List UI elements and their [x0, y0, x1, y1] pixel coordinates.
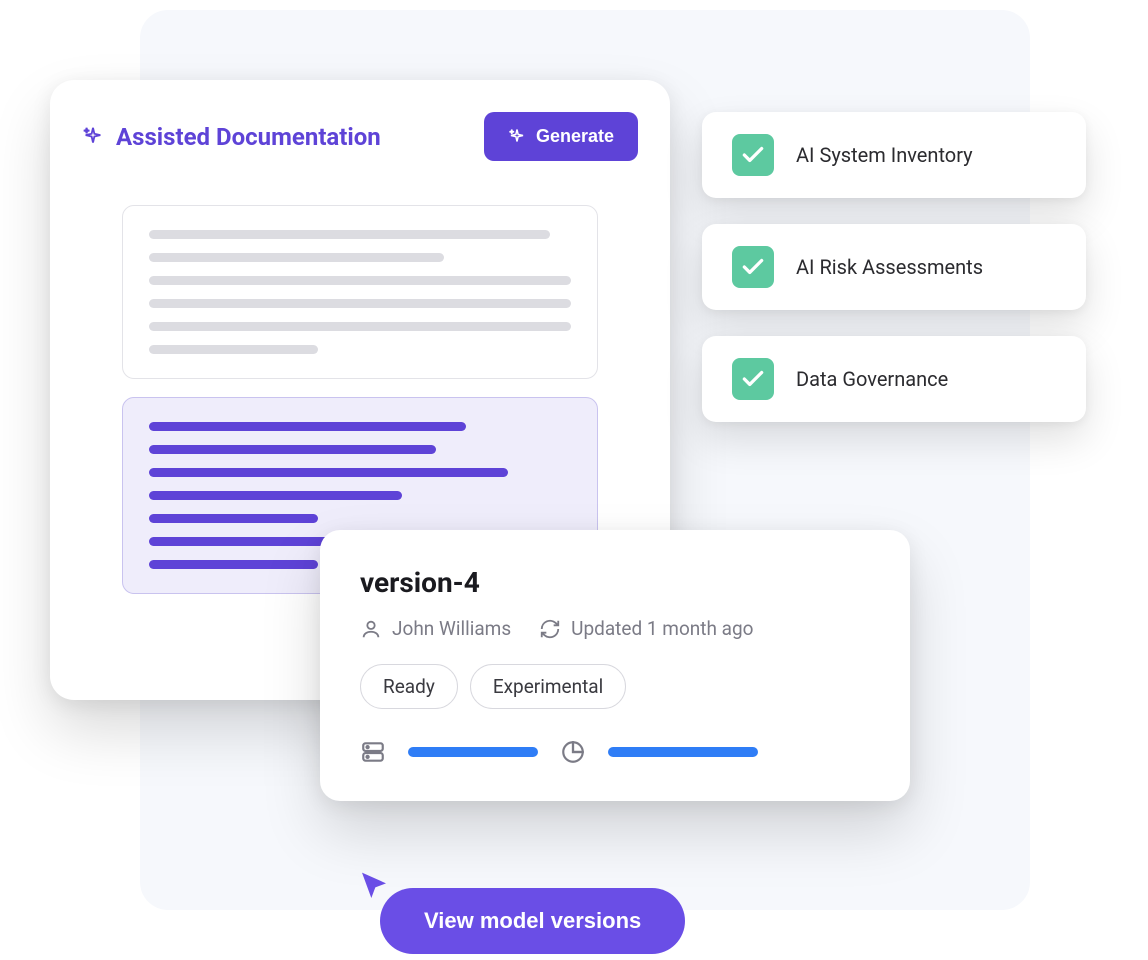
view-button-label: View model versions: [424, 908, 641, 933]
check-icon: [732, 358, 774, 400]
tag: Ready: [360, 664, 458, 709]
view-model-versions-button[interactable]: View model versions: [380, 888, 685, 954]
check-label: AI Risk Assessments: [796, 255, 983, 279]
sparkle-icon: [82, 126, 104, 148]
server-icon: [360, 739, 386, 765]
checklist: AI System Inventory AI Risk Assessments …: [702, 112, 1086, 422]
skeleton-line: [149, 468, 508, 477]
version-updated: Updated 1 month ago: [539, 617, 753, 640]
skeleton-line: [149, 345, 318, 354]
check-label: Data Governance: [796, 367, 948, 391]
version-author-name: John Williams: [392, 617, 511, 640]
documentation-header: Assisted Documentation Generate: [82, 112, 638, 161]
check-item: Data Governance: [702, 336, 1086, 422]
check-label: AI System Inventory: [796, 143, 973, 167]
skeleton-block-gray: [122, 205, 598, 379]
version-author: John Williams: [360, 617, 511, 640]
version-meta: John Williams Updated 1 month ago: [360, 617, 870, 640]
skeleton-line: [149, 230, 550, 239]
generate-button-label: Generate: [536, 126, 614, 147]
tag: Experimental: [470, 664, 626, 709]
skeleton-line: [149, 445, 436, 454]
check-icon: [732, 134, 774, 176]
pie-chart-icon: [560, 739, 586, 765]
skeleton-line: [149, 514, 318, 523]
stat-bar: [608, 747, 758, 757]
documentation-title: Assisted Documentation: [116, 123, 381, 151]
skeleton-line: [149, 253, 444, 262]
stat-bar: [408, 747, 538, 757]
skeleton-line: [149, 276, 571, 285]
check-icon: [732, 246, 774, 288]
skeleton-line: [149, 560, 318, 569]
version-tags: Ready Experimental: [360, 664, 870, 709]
skeleton-line: [149, 491, 402, 500]
check-item: AI System Inventory: [702, 112, 1086, 198]
skeleton-line: [149, 299, 571, 308]
skeleton-line: [149, 322, 571, 331]
cursor-icon: [358, 870, 390, 902]
version-name: version-4: [360, 566, 870, 599]
documentation-title-wrap: Assisted Documentation: [82, 123, 381, 151]
skeleton-line: [149, 422, 466, 431]
version-stats: [360, 739, 870, 765]
refresh-icon: [539, 618, 561, 640]
version-updated-text: Updated 1 month ago: [571, 617, 753, 640]
sparkle-icon: [508, 128, 526, 146]
check-item: AI Risk Assessments: [702, 224, 1086, 310]
user-icon: [360, 618, 382, 640]
version-card: version-4 John Williams Updated 1 month …: [320, 530, 910, 801]
generate-button[interactable]: Generate: [484, 112, 638, 161]
